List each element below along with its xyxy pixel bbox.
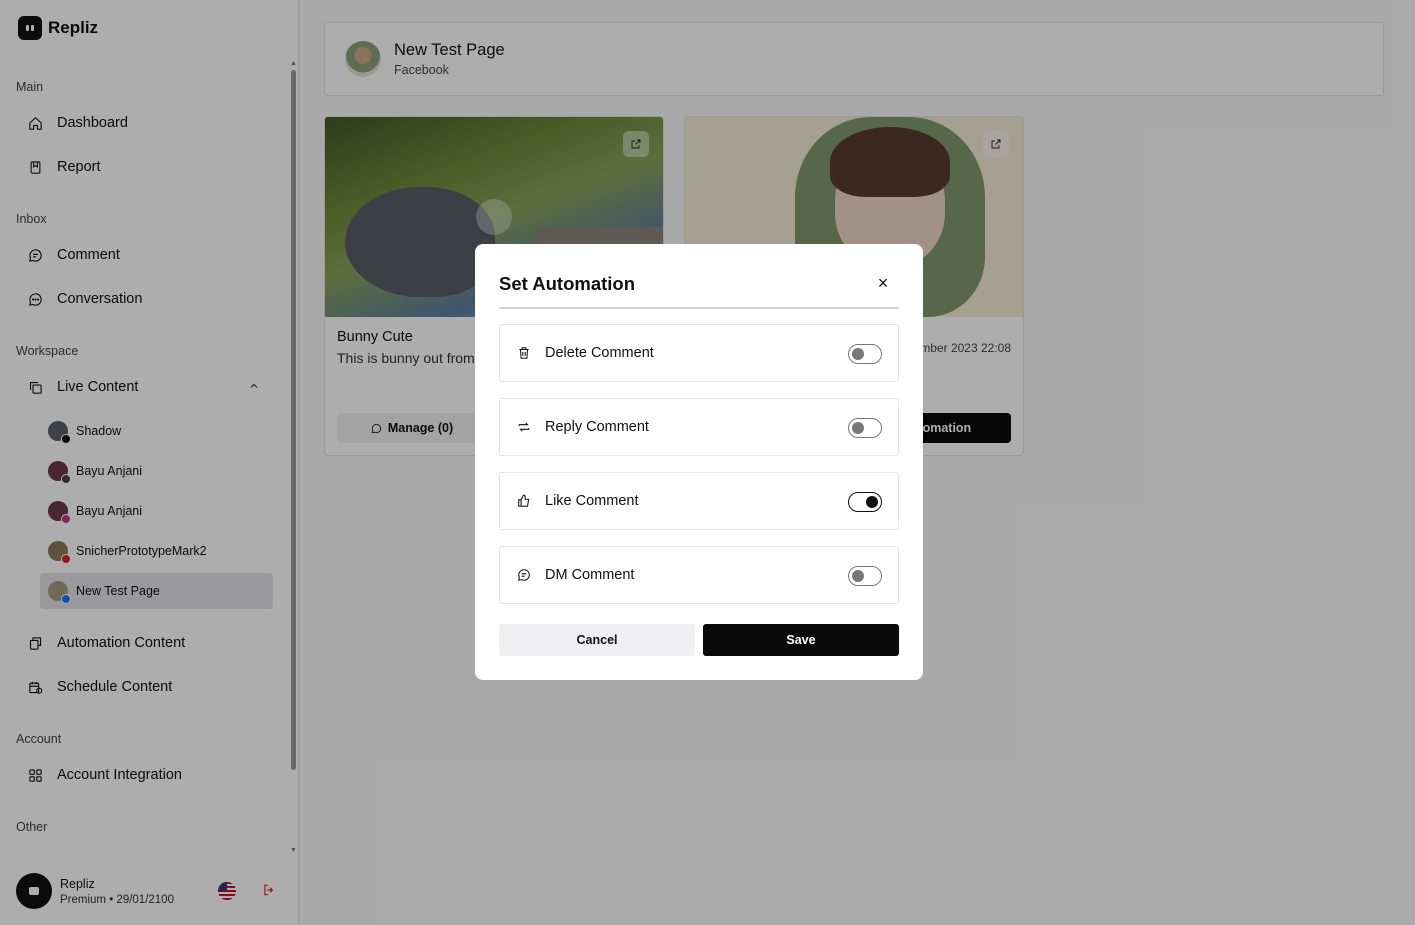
option-label: DM Comment [545,567,635,583]
cancel-button[interactable]: Cancel [499,624,695,656]
close-icon[interactable]: × [875,274,891,292]
delete-comment-toggle[interactable] [848,344,882,364]
dm-comment-toggle[interactable] [848,566,882,586]
option-dm-comment: DM Comment [499,546,899,604]
reply-comment-toggle[interactable] [848,418,882,438]
option-delete-comment: Delete Comment [499,324,899,382]
save-button[interactable]: Save [703,624,899,656]
thumbs-up-icon [518,494,530,507]
option-label: Delete Comment [545,345,654,361]
divider [499,307,899,309]
like-comment-toggle[interactable] [848,492,882,512]
option-label: Like Comment [545,493,639,509]
option-label: Reply Comment [545,419,649,435]
message-icon [518,569,530,581]
modal-title: Set Automation [499,273,636,294]
option-reply-comment: Reply Comment [499,398,899,456]
trash-icon [519,347,529,359]
option-like-comment: Like Comment [499,472,899,530]
repeat-icon [518,422,530,432]
set-automation-modal: Set Automation × Delete Comment Reply Co… [475,244,923,680]
